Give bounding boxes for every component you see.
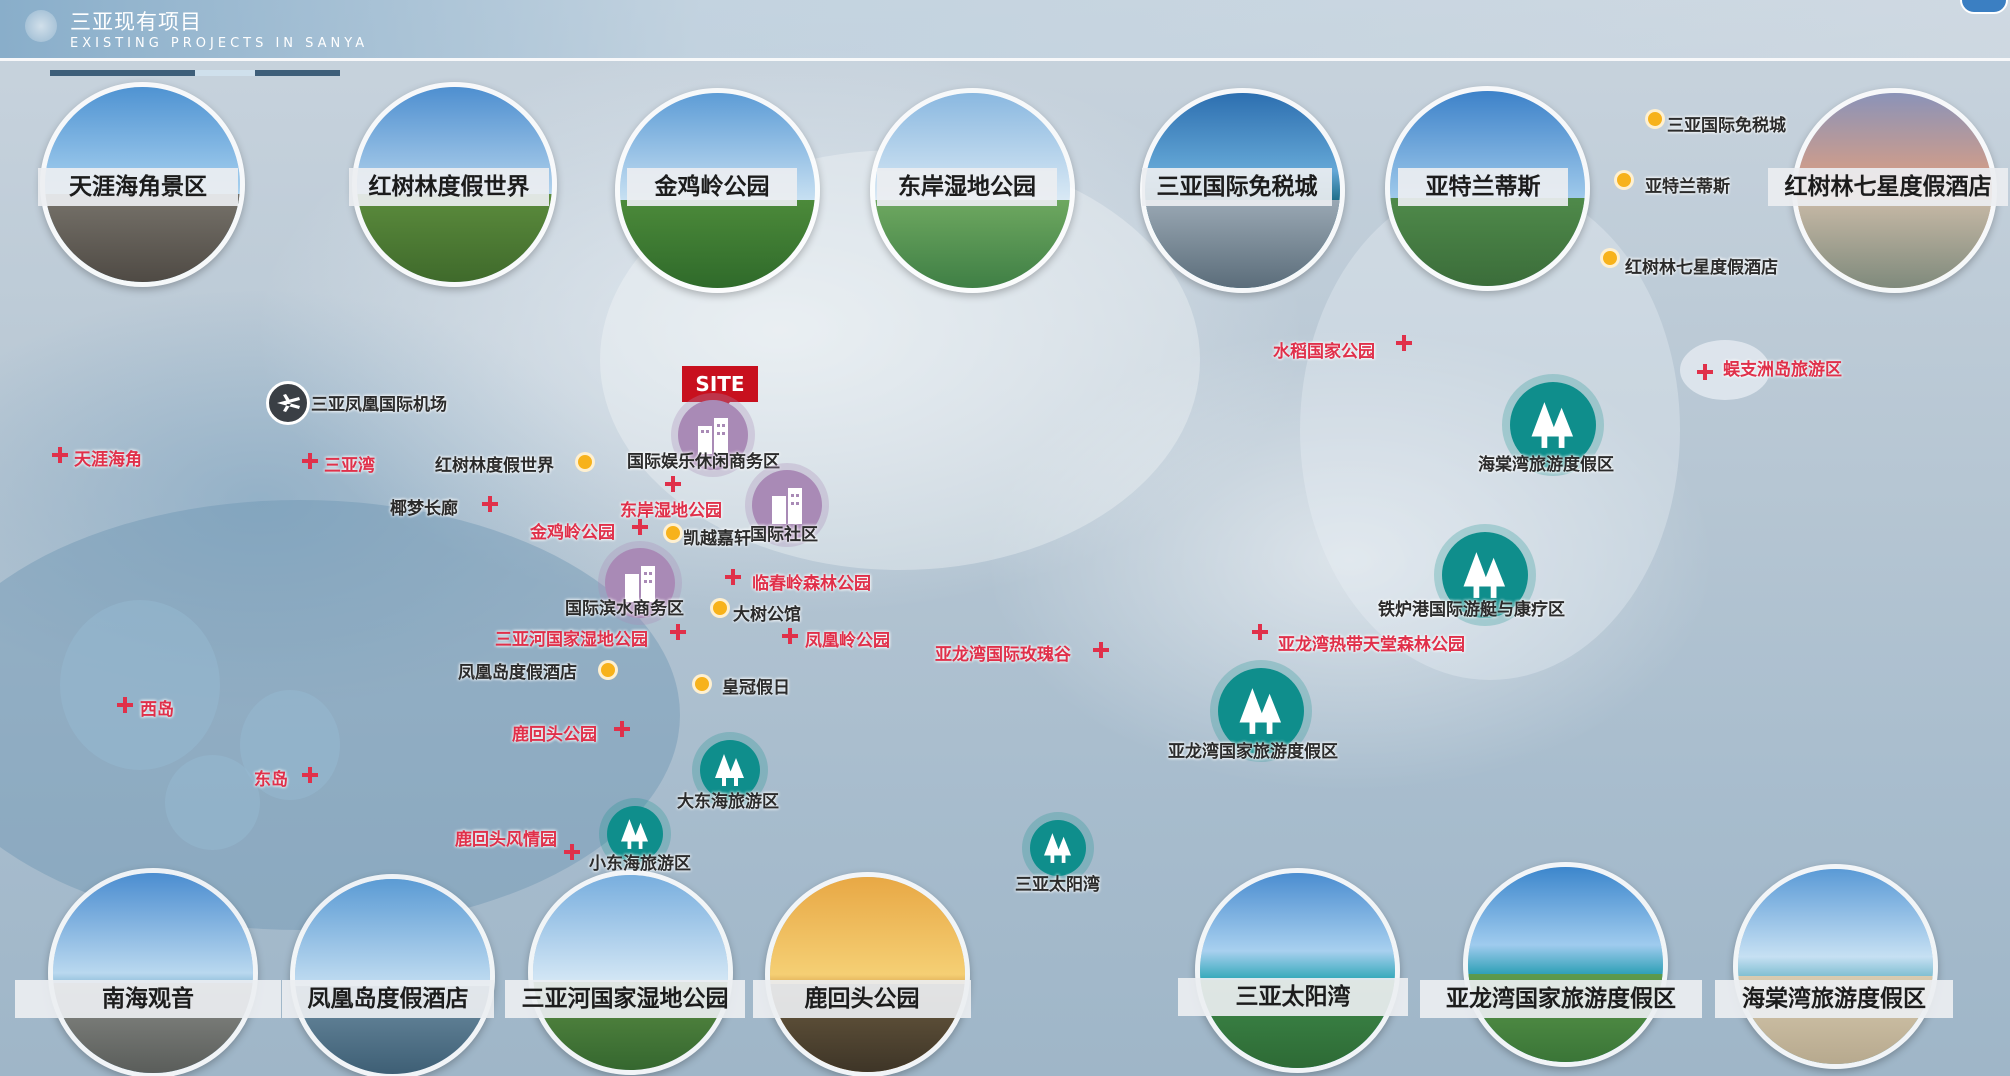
photo-haitangwan — [1733, 864, 1938, 1069]
photo-label-hongshulin: 红树林度假世界 — [349, 168, 549, 206]
label-hongshulin: 红树林度假世界 — [435, 456, 554, 476]
sanya-project-map: 三亚现有项目 EXISTING PROJECTS IN SANYA 天涯海角景区… — [0, 0, 2010, 1076]
label-atlantis: 亚特兰蒂斯 — [1645, 177, 1730, 197]
photo-label-dongan: 东岸湿地公园 — [877, 168, 1057, 206]
dot-fenghuangdao — [598, 660, 618, 680]
cross-icon-luhuitou-scenic — [564, 844, 580, 860]
airplane-icon — [266, 381, 310, 425]
label-fenghuangling: 凤凰岭公园 — [805, 631, 890, 651]
page-subtitle: EXISTING PROJECTS IN SANYA — [70, 36, 369, 51]
label-sanya-bay: 三亚湾 — [324, 456, 375, 476]
label-linchunling: 临春岭森林公园 — [752, 574, 871, 594]
cross-icon-yule — [665, 476, 681, 492]
cross-icon-xidao — [117, 697, 133, 713]
island-west — [60, 600, 220, 770]
photo-label-tianya: 天涯海角景区 — [38, 168, 238, 206]
title-decor-icon — [25, 10, 57, 42]
dot-hongshulin7 — [1600, 248, 1620, 268]
label-binshui: 国际滨水商务区 — [565, 599, 684, 619]
cross-icon-yalong-rose — [1093, 642, 1109, 658]
label-tieluport: 铁炉港国际游艇与康疗区 — [1378, 600, 1565, 620]
photo-label-haitangwan: 海棠湾旅游度假区 — [1715, 980, 1953, 1018]
photo-label-dfs: 三亚国际免税城 — [1142, 168, 1332, 206]
label-dongan: 东岸湿地公园 — [620, 501, 722, 521]
label-yule: 国际娱乐休闲商务区 — [627, 452, 780, 472]
label-jinjiling: 金鸡岭公园 — [530, 523, 615, 543]
photo-label-atlantis: 亚特兰蒂斯 — [1398, 168, 1568, 206]
photo-luhuitou — [765, 872, 970, 1076]
dot-kaiyue — [663, 523, 683, 543]
label-taiyangwan: 三亚太阳湾 — [1015, 875, 1100, 895]
dot-dfs — [1645, 109, 1665, 129]
page-title: 三亚现有项目 — [70, 10, 202, 34]
island-south — [165, 755, 260, 850]
label-tianya: 天涯海角 — [74, 450, 142, 470]
header-divider — [0, 58, 2010, 61]
label-yalong-rose: 亚龙湾国际玫瑰谷 — [935, 645, 1071, 665]
label-sanyahe: 三亚河国家湿地公园 — [495, 630, 648, 650]
label-haitangwan: 海棠湾旅游度假区 — [1478, 455, 1614, 475]
cross-icon-shuidao — [1396, 335, 1412, 351]
airport-label: 三亚凤凰国际机场 — [311, 395, 447, 415]
photo-label-jinjiling: 金鸡岭公园 — [627, 168, 797, 206]
label-wuzhizhou: 蜈支洲岛旅游区 — [1723, 360, 1842, 380]
label-yalong-forest: 亚龙湾热带天堂森林公园 — [1278, 635, 1465, 655]
cross-icon-dongdao — [302, 767, 318, 783]
cross-icon-sanyahe — [670, 624, 686, 640]
cross-icon-fenghuangling — [782, 628, 798, 644]
cross-icon-sanya-bay — [302, 453, 318, 469]
corner-button[interactable] — [1960, 0, 2008, 14]
label-xiaodonghai: 小东海旅游区 — [589, 854, 691, 874]
photo-label-taiyangwan: 三亚太阳湾 — [1178, 978, 1408, 1016]
label-luhuitou-scenic: 鹿回头风情园 — [455, 830, 557, 850]
photo-sanyahe — [528, 870, 733, 1075]
label-dashu: 大树公馆 — [733, 605, 801, 625]
decor-bar-2 — [195, 70, 255, 76]
dot-dashu — [710, 598, 730, 618]
tree-icon-taiyangwan[interactable] — [1030, 820, 1086, 876]
label-yalongwan: 亚龙湾国家旅游度假区 — [1168, 742, 1338, 762]
decor-bar-3 — [255, 70, 340, 76]
label-dfs: 三亚国际免税城 — [1667, 116, 1786, 136]
label-yemeng: 椰梦长廊 — [390, 499, 458, 519]
dot-huangguan — [692, 674, 712, 694]
cross-icon-yemeng — [482, 496, 498, 512]
label-xidao: 西岛 — [140, 700, 174, 720]
photo-fenghuangdao — [290, 874, 495, 1076]
photo-label-luhuitou: 鹿回头公园 — [753, 980, 971, 1018]
site-marker[interactable]: SITE — [682, 366, 758, 402]
photo-label-fenghuangdao: 凤凰岛度假酒店 — [282, 980, 494, 1018]
photo-nanhai — [48, 868, 258, 1076]
label-dongdao: 东岛 — [254, 770, 288, 790]
label-dadonghai: 大东海旅游区 — [677, 792, 779, 812]
cross-icon-jinjiling — [632, 519, 648, 535]
photo-label-hongshulin7: 红树林七星度假酒店 — [1768, 168, 2008, 206]
photo-label-yalongwan: 亚龙湾国家旅游度假区 — [1420, 980, 1702, 1018]
photo-yalongwan — [1463, 862, 1668, 1067]
decor-bar-1 — [50, 70, 195, 76]
photo-taiyangwan — [1195, 868, 1400, 1073]
photo-label-sanyahe: 三亚河国家湿地公园 — [505, 980, 745, 1018]
photo-label-nanhai: 南海观音 — [15, 980, 281, 1018]
cross-icon-tianya — [52, 447, 68, 463]
dot-atlantis — [1614, 170, 1634, 190]
label-fenghuangdao: 凤凰岛度假酒店 — [458, 663, 577, 683]
label-shuidao: 水稻国家公园 — [1273, 342, 1375, 362]
label-kaiyue: 凯越嘉轩 — [683, 529, 751, 549]
label-hongshulin7: 红树林七星度假酒店 — [1625, 258, 1778, 278]
label-huangguan: 皇冠假日 — [722, 678, 790, 698]
label-luhuitou: 鹿回头公园 — [512, 725, 597, 745]
cross-icon-yalong-forest — [1252, 624, 1268, 640]
cross-icon-linchunling — [725, 569, 741, 585]
cross-icon-wuzhizhou — [1697, 364, 1713, 380]
cross-icon-luhuitou — [614, 721, 630, 737]
label-shequ: 国际社区 — [750, 525, 818, 545]
dot-hongshulin — [575, 452, 595, 472]
